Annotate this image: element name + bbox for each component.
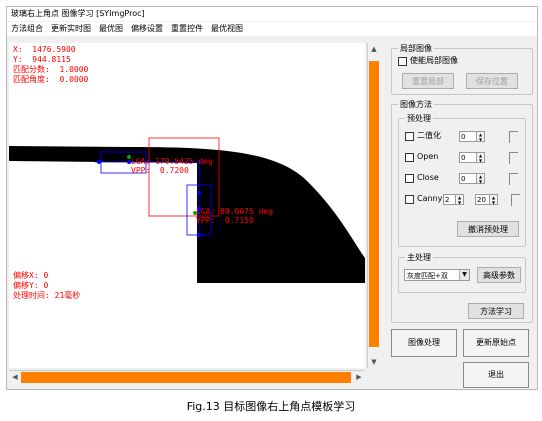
reset-local-button[interactable]: 重置局部 <box>402 73 454 89</box>
checkbox-icon[interactable] <box>405 152 414 162</box>
canny-extra-control[interactable] <box>511 194 520 206</box>
image-method-group: 图像方法 预处理 二值化 0 ▲ ▼ Open 0 ▲ ▼ Close 0 ▲ … <box>391 99 533 323</box>
binarize-extra-control[interactable] <box>509 131 518 143</box>
match-score: 匹配分数: 1.0000 <box>13 65 89 74</box>
image-process-button[interactable]: 图像处理 <box>391 329 457 357</box>
menu-best-image[interactable]: 最优图 <box>99 22 123 36</box>
open-extra-control[interactable] <box>509 152 518 164</box>
spinner-arrows-icon[interactable]: ▲ ▼ <box>490 193 498 205</box>
close-spinner[interactable]: 0 ▲ ▼ <box>459 172 485 184</box>
binarize-checkbox[interactable]: 二值化 <box>405 131 441 141</box>
exit-button[interactable]: 退出 <box>463 362 529 388</box>
horizontal-scroll-thumb[interactable] <box>21 372 351 383</box>
local-image-title: 局部图像 <box>398 43 434 54</box>
canny-checkbox[interactable]: Canny <box>405 194 442 204</box>
open-value[interactable]: 0 <box>459 151 477 163</box>
main-process-title: 主处理 <box>405 252 433 263</box>
open-label: Open <box>417 152 439 161</box>
spinner-arrows-icon[interactable]: ▲ ▼ <box>477 151 485 163</box>
menu-method-combo[interactable]: 方法组合 <box>11 22 43 36</box>
offset-y: 偏移Y: 0 <box>13 281 49 290</box>
close-value[interactable]: 0 <box>459 172 477 184</box>
scroll-right-icon[interactable]: ▶ <box>353 371 365 384</box>
spinner-arrows-icon[interactable]: ▲ ▼ <box>477 130 485 142</box>
vertical-scrollbar[interactable]: ▲ ▼ <box>367 43 380 368</box>
window-title: 玻璃右上角点 图像学习 [SYImgProc] <box>7 7 537 21</box>
glass-image <box>9 137 365 283</box>
process-time: 处理时间: 21毫秒 <box>13 291 81 300</box>
image-method-title: 图像方法 <box>398 99 434 110</box>
spinner-arrows-icon[interactable]: ▲ ▼ <box>477 172 485 184</box>
main-process-group: 主处理 灰度匹配+双 ▼ 高级参数 <box>398 252 526 293</box>
canny-spinner-low[interactable]: 2 ▲ ▼ <box>443 193 464 205</box>
local-image-group: 局部图像 使能局部图像 重置局部 保存位置 <box>391 43 533 95</box>
open-checkbox[interactable]: Open <box>405 152 438 162</box>
save-position-button[interactable]: 保存位置 <box>466 73 518 89</box>
enable-local-image-checkbox[interactable]: 使能局部图像 <box>398 56 458 66</box>
binarize-value[interactable]: 0 <box>459 130 477 142</box>
horizontal-scrollbar[interactable]: ◀ ▶ <box>9 370 365 384</box>
canny-low-value[interactable]: 2 <box>443 193 456 205</box>
canny-label: Canny <box>417 194 443 203</box>
preprocess-group: 预处理 二值化 0 ▲ ▼ Open 0 ▲ ▼ Close 0 ▲ ▼ Can… <box>398 113 526 247</box>
method-learn-button[interactable]: 方法学习 <box>468 303 524 319</box>
menu-offset-settings[interactable]: 偏移设置 <box>131 22 163 36</box>
match-angle: 匹配角度: 0.0000 <box>13 75 89 84</box>
vpp-label-1: VPP: 0.7200 <box>131 166 189 175</box>
checkbox-icon[interactable] <box>405 194 414 204</box>
main-method-select[interactable]: 灰度匹配+双 ▼ <box>404 269 470 281</box>
canny-spinner-high[interactable]: 20 ▲ ▼ <box>475 193 498 205</box>
close-checkbox[interactable]: Close <box>405 173 439 183</box>
close-extra-control[interactable] <box>509 173 518 185</box>
scroll-left-icon[interactable]: ◀ <box>9 371 21 384</box>
coord-x: X: 1476.5900 <box>13 45 76 54</box>
menu-reset-controls[interactable]: 重置控件 <box>171 22 203 36</box>
menu-bar: 方法组合 更新实时图 最优图 偏移设置 重置控件 最优视图 <box>7 22 537 36</box>
main-method-value: 灰度匹配+双 <box>407 272 448 280</box>
checkbox-icon[interactable] <box>405 131 414 141</box>
checkbox-icon[interactable] <box>398 56 407 66</box>
scroll-down-icon[interactable]: ▼ <box>368 356 380 368</box>
advanced-params-button[interactable]: 高级参数 <box>477 267 521 283</box>
app-window: 玻璃右上角点 图像学习 [SYImgProc] 方法组合 更新实时图 最优图 偏… <box>6 6 538 390</box>
offset-x: 偏移X: 0 <box>13 271 49 280</box>
vertical-scroll-thumb[interactable] <box>369 61 379 347</box>
menu-best-view[interactable]: 最优视图 <box>211 22 243 36</box>
image-canvas[interactable]: X: 1476.5900 Y: 944.8115 匹配分数: 1.0000 匹配… <box>9 43 365 368</box>
vpp-label-2: VPP: 0.7150 <box>196 216 254 225</box>
close-label: Close <box>417 173 439 182</box>
coord-y: Y: 944.8115 <box>13 55 71 64</box>
spinner-arrows-icon[interactable]: ▲ ▼ <box>456 193 464 205</box>
canny-high-value[interactable]: 20 <box>475 193 490 205</box>
open-spinner[interactable]: 0 ▲ ▼ <box>459 151 485 163</box>
binarize-label: 二值化 <box>417 131 441 140</box>
update-origin-button[interactable]: 更新原始点 <box>463 329 529 357</box>
binarize-spinner[interactable]: 0 ▲ ▼ <box>459 130 485 142</box>
preprocess-title: 预处理 <box>405 113 433 124</box>
undo-preprocess-button[interactable]: 撤消预处理 <box>457 221 519 237</box>
menu-update-realtime[interactable]: 更新实时图 <box>51 22 91 36</box>
chevron-down-icon[interactable]: ▼ <box>459 270 469 280</box>
figure-caption: Fig.13 目标图像右上角点模板学习 <box>186 400 356 413</box>
scroll-up-icon[interactable]: ▲ <box>368 43 380 55</box>
checkbox-icon[interactable] <box>405 173 414 183</box>
enable-local-image-label: 使能局部图像 <box>410 56 458 65</box>
